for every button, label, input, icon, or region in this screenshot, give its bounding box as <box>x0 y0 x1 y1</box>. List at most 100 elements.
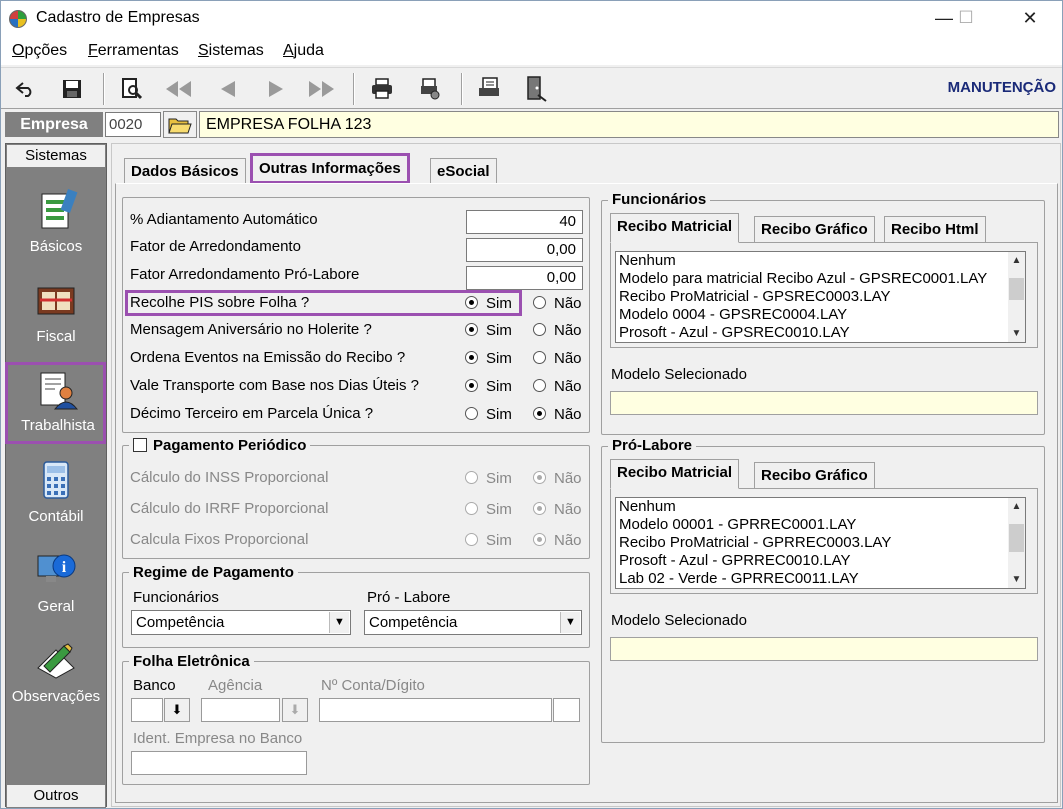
sidebar-item-contabil[interactable]: Contábil <box>6 450 106 540</box>
pagamento-sim-radio[interactable] <box>465 471 478 484</box>
list-item[interactable]: Modelo 00001 - GPRREC0001.LAY <box>616 516 1025 534</box>
conta-field[interactable] <box>319 698 552 722</box>
sidebar-item-basicos[interactable]: Básicos <box>6 180 106 270</box>
scroll-down-icon[interactable]: ▼ <box>1008 571 1025 588</box>
regime-funcionarios-select[interactable]: Competência ▼ <box>131 610 351 635</box>
adiantamento-field[interactable]: 40 <box>466 210 583 234</box>
tab-esocial[interactable]: eSocial <box>430 158 497 184</box>
menu-ferramentas[interactable]: Ferramentas <box>88 42 179 60</box>
option-sim-radio[interactable] <box>465 296 478 309</box>
sidebar-item-trabalhista[interactable]: Trabalhista <box>5 362 106 444</box>
report-icon[interactable] <box>475 74 505 104</box>
agencia-field[interactable] <box>201 698 280 722</box>
pro-recibo-list[interactable]: Nenhum Modelo 00001 - GPRREC0001.LAY Recib… <box>615 497 1026 589</box>
option-sim-radio[interactable] <box>465 379 478 392</box>
pro-list-scrollbar[interactable]: ▲ ▼ <box>1008 498 1025 588</box>
pagamento-sim-radio[interactable] <box>465 533 478 546</box>
list-item[interactable]: Nenhum <box>616 498 1025 516</box>
agencia-lookup-button[interactable]: ⬇ <box>282 698 308 722</box>
list-item[interactable]: Prosoft - Azul - GPSREC0010.LAY <box>616 324 1025 342</box>
exit-icon[interactable] <box>521 74 551 104</box>
func-list-scrollbar[interactable]: ▲ ▼ <box>1008 252 1025 342</box>
chevron-down-icon: ▼ <box>560 612 580 633</box>
last-record-icon[interactable] <box>307 74 337 104</box>
list-item[interactable]: Modelo para matricial Recibo Azul - GPSR… <box>616 270 1025 288</box>
menu-ajuda-label: juda <box>293 42 324 59</box>
empresa-name-field[interactable]: EMPRESA FOLHA 123 <box>199 111 1059 138</box>
scroll-thumb[interactable] <box>1009 278 1024 300</box>
fiscal-icon <box>37 287 75 315</box>
option-label: Mensagem Aniversário no Holerite ? <box>130 321 372 338</box>
arredondamento-pro-labore-label: Fator Arredondamento Pró-Labore <box>130 266 360 283</box>
pro-modelo-selecionado-field[interactable] <box>610 637 1038 661</box>
scroll-up-icon[interactable]: ▲ <box>1008 252 1025 269</box>
tab-func-recibo-matricial[interactable]: Recibo Matricial <box>610 213 740 243</box>
scroll-thumb[interactable] <box>1009 524 1024 552</box>
tab-func-recibo-grafico[interactable]: Recibo Gráfico <box>754 216 875 242</box>
close-button[interactable]: ✕ <box>1007 1 1053 35</box>
pagamento-nao-radio[interactable] <box>533 471 546 484</box>
tab-pro-recibo-matricial[interactable]: Recibo Matricial <box>610 459 740 489</box>
pagamento-nao-label: Não <box>554 501 582 518</box>
sidebar-footer-outros[interactable]: Outros <box>6 784 106 808</box>
pagamento-sim-radio[interactable] <box>465 502 478 515</box>
menu-opcoes[interactable]: Opções <box>12 42 67 60</box>
sidebar-header-sistemas[interactable]: Sistemas <box>6 144 106 168</box>
list-item[interactable]: Modelo 0004 - GPSREC0004.LAY <box>616 306 1025 324</box>
list-item[interactable]: Recibo ProMatricial - GPRREC0003.LAY <box>616 534 1025 552</box>
sidebar-item-observacoes[interactable]: Observações <box>6 630 106 720</box>
tab-dados-basicos[interactable]: Dados Básicos <box>124 158 246 184</box>
app-icon <box>9 10 27 28</box>
list-item[interactable]: Nenhum <box>616 252 1025 270</box>
preview-icon[interactable] <box>117 74 147 104</box>
scroll-up-icon[interactable]: ▲ <box>1008 498 1025 515</box>
tab-pro-recibo-grafico[interactable]: Recibo Gráfico <box>754 462 875 488</box>
pagamento-nao-radio[interactable] <box>533 533 546 546</box>
banco-field[interactable] <box>131 698 163 722</box>
digito-field[interactable] <box>553 698 580 722</box>
sidebar-item-fiscal[interactable]: Fiscal <box>6 270 106 360</box>
list-item[interactable]: Prosoft - Azul - GPRREC0010.LAY <box>616 552 1025 570</box>
regime-pro-labore-select[interactable]: Competência ▼ <box>364 610 582 635</box>
option-nao-radio[interactable] <box>533 323 546 336</box>
arredondamento-field[interactable]: 0,00 <box>466 238 583 262</box>
tab-outras-informacoes[interactable]: Outras Informações <box>250 153 410 184</box>
banco-lookup-button[interactable]: ⬇ <box>164 698 190 722</box>
main-window: Cadastro de Empresas — ☐ ✕ Opções Ferram… <box>0 0 1063 809</box>
observacoes-icon <box>37 643 75 679</box>
func-modelo-selecionado-field[interactable] <box>610 391 1038 415</box>
open-folder-button[interactable] <box>163 111 197 138</box>
empresa-code-field[interactable]: 0020 <box>105 112 161 137</box>
next-record-icon[interactable] <box>261 74 291 104</box>
list-item[interactable]: Recibo ProMatricial - GPSREC0003.LAY <box>616 288 1025 306</box>
arredondamento-pro-labore-field[interactable]: 0,00 <box>466 266 583 290</box>
sidebar-item-geral[interactable]: i Geral <box>6 540 106 630</box>
regime-pro-labore-value: Competência <box>369 614 458 631</box>
option-nao-radio[interactable] <box>533 351 546 364</box>
option-nao-radio[interactable] <box>533 407 546 420</box>
scroll-down-icon[interactable]: ▼ <box>1008 325 1025 342</box>
tab-func-recibo-html[interactable]: Recibo Html <box>884 216 986 242</box>
ident-empresa-label: Ident. Empresa no Banco <box>133 730 303 747</box>
option-nao-radio[interactable] <box>533 296 546 309</box>
save-icon[interactable] <box>57 74 87 104</box>
first-record-icon[interactable] <box>163 74 193 104</box>
menu-sistemas[interactable]: Sistemas <box>198 42 264 60</box>
print-setup-icon[interactable] <box>415 74 445 104</box>
ident-empresa-field[interactable] <box>131 751 307 775</box>
banco-label: Banco <box>133 677 176 694</box>
maximize-button[interactable]: ☐ <box>943 1 989 35</box>
menu-ajuda[interactable]: Ajuda <box>283 42 324 60</box>
option-nao-radio[interactable] <box>533 379 546 392</box>
pagamento-nao-radio[interactable] <box>533 502 546 515</box>
previous-record-icon[interactable] <box>213 74 243 104</box>
option-sim-radio[interactable] <box>465 323 478 336</box>
func-recibo-list[interactable]: Nenhum Modelo para matricial Recibo Azul … <box>615 251 1026 343</box>
option-sim-radio[interactable] <box>465 351 478 364</box>
list-item[interactable]: Lab 02 - Verde - GPRREC0011.LAY <box>616 570 1025 588</box>
pagamento-periodico-label: Pagamento Periódico <box>153 437 307 454</box>
undo-icon[interactable] <box>11 74 41 104</box>
option-sim-radio[interactable] <box>465 407 478 420</box>
print-icon[interactable] <box>367 74 397 104</box>
pagamento-periodico-checkbox[interactable] <box>133 438 147 452</box>
